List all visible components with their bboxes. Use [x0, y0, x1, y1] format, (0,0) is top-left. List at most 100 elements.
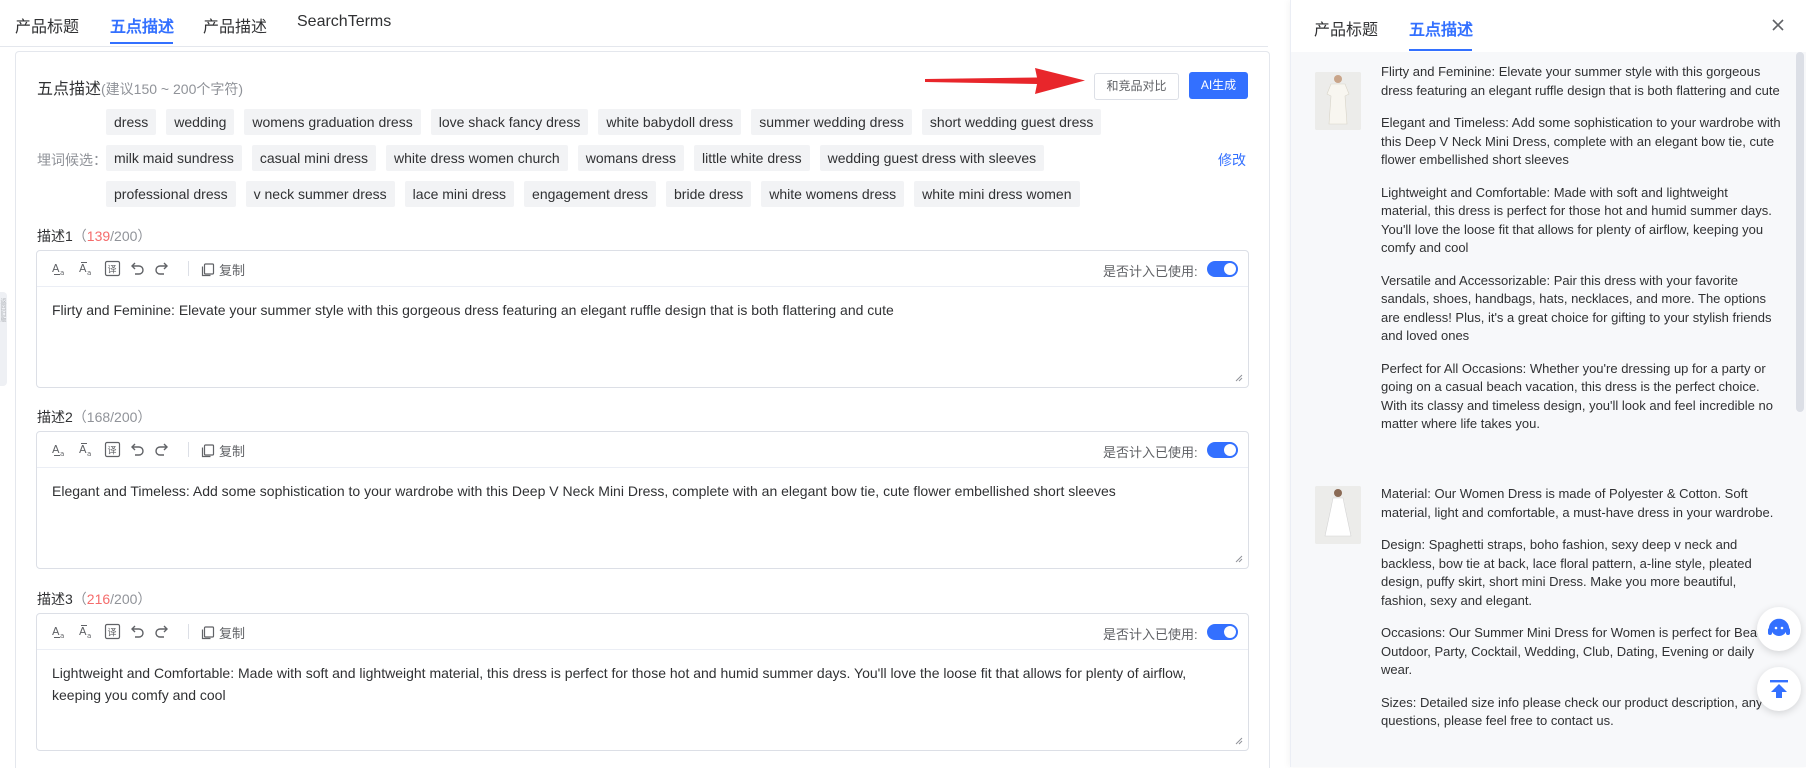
description-text[interactable]: Elegant and Timeless: Add some sophistic… — [52, 480, 1228, 502]
description-editor: Aa Aa 译 复制 是否计入已使用: Flirty and Feminine:… — [36, 250, 1249, 388]
count-as-used-label: 是否计入已使用: — [1103, 264, 1198, 279]
font-size-decrease-icon[interactable]: Aa — [78, 623, 95, 640]
keyword-tag[interactable]: short wedding guest dress — [921, 109, 1102, 135]
translate-icon[interactable]: 译 — [104, 623, 121, 640]
copy-icon — [201, 443, 215, 457]
tab-bullet-points[interactable]: 五点描述 — [110, 13, 174, 37]
keyword-tag[interactable]: womens graduation dress — [244, 109, 421, 135]
copy-icon — [201, 262, 215, 276]
svg-text:A: A — [79, 625, 87, 638]
redo-icon[interactable] — [153, 260, 170, 277]
keyword-tag[interactable]: wedding guest dress with sleeves — [819, 145, 1045, 171]
description-text[interactable]: Flirty and Feminine: Elevate your summer… — [52, 299, 1228, 321]
bullet-text: Perfect for All Occasions: Whether you'r… — [1381, 360, 1773, 432]
keyword-tag[interactable]: professional dress — [106, 181, 236, 207]
count-as-used-label: 是否计入已使用: — [1103, 445, 1198, 460]
keyword-tag[interactable]: summer wedding dress — [751, 109, 912, 135]
keyword-tag[interactable]: casual mini dress — [251, 145, 376, 171]
keyword-candidates-label: 埋词候选： — [37, 152, 107, 168]
svg-text:译: 译 — [108, 446, 117, 457]
product-bullets: Flirty and Feminine: Elevate your summer… — [1381, 63, 1781, 448]
keyword-tag[interactable]: womans dress — [577, 145, 684, 171]
svg-text:A: A — [79, 262, 87, 275]
description-text[interactable]: Lightweight and Comfortable: Made with s… — [52, 662, 1228, 706]
headset-icon — [1768, 618, 1790, 636]
copy-label: 复制 — [219, 263, 246, 278]
keyword-tag[interactable]: white babydoll dress — [598, 109, 742, 135]
svg-text:a: a — [60, 632, 64, 640]
keyword-tag[interactable]: milk maid sundress — [106, 145, 242, 171]
tab-search-terms[interactable]: SearchTerms — [297, 13, 391, 31]
section-hint: (建议150 ~ 200个字符) — [101, 81, 244, 97]
description-editor: Aa Aa 译 复制 是否计入已使用: Lightweight and Comf… — [36, 613, 1249, 751]
close-icon[interactable] — [1769, 16, 1787, 34]
modify-keywords-link[interactable]: 修改 — [1218, 150, 1246, 170]
copy-button[interactable]: 复制 — [201, 441, 245, 460]
copy-button[interactable]: 复制 — [201, 623, 245, 642]
customer-service-button[interactable] — [1757, 607, 1801, 651]
redo-icon[interactable] — [153, 623, 170, 640]
product-thumbnail — [1315, 486, 1361, 544]
section-title: 五点描述(建议150 ~ 200个字符) — [37, 75, 243, 99]
keyword-tag[interactable]: dress — [106, 109, 157, 135]
resize-handle-icon[interactable] — [1235, 374, 1243, 382]
translate-icon[interactable]: 译 — [104, 260, 121, 277]
count-as-used-toggle[interactable] — [1207, 624, 1238, 640]
panel-tab-bullet-points[interactable]: 五点描述 — [1409, 16, 1473, 40]
panel-active-tab-indicator — [1409, 49, 1472, 51]
keyword-tag[interactable]: little white dress — [694, 145, 810, 171]
back-to-top-button[interactable] — [1757, 667, 1801, 711]
keyword-tag[interactable]: wedding — [166, 109, 235, 135]
keyword-tag[interactable]: v neck summer dress — [245, 181, 395, 207]
font-size-increase-icon[interactable]: Aa — [51, 441, 68, 458]
keyword-tag[interactable]: bride dress — [666, 181, 752, 207]
competitor-panel: 产品标题 五点描述 Flirty and Feminine: Elevate y… — [1290, 0, 1806, 767]
svg-text:a: a — [60, 450, 64, 458]
description-label: 描述3（216/200） — [37, 591, 152, 607]
count-as-used-toggle[interactable] — [1207, 442, 1238, 458]
font-size-decrease-icon[interactable]: Aa — [78, 260, 95, 277]
svg-text:a: a — [87, 269, 91, 277]
editor-toolbar: Aa Aa 译 复制 是否计入已使用: — [37, 614, 1248, 650]
redo-icon[interactable] — [153, 441, 170, 458]
back-to-old-version-handle[interactable]: 返回旧版 — [0, 292, 7, 386]
bullet-text: Material: Our Women Dress is made of Pol… — [1381, 486, 1774, 520]
char-count: 139 — [86, 228, 111, 244]
translate-icon[interactable]: 译 — [104, 441, 121, 458]
undo-icon[interactable] — [128, 623, 145, 640]
keyword-tag[interactable]: engagement dress — [524, 181, 657, 207]
undo-icon[interactable] — [128, 441, 145, 458]
count-as-used-toggle[interactable] — [1207, 261, 1238, 277]
bullet-text: Versatile and Accessorizable: Pair this … — [1381, 272, 1772, 344]
font-size-decrease-icon[interactable]: Aa — [78, 441, 95, 458]
keyword-row: dress wedding womens graduation dress lo… — [106, 109, 1206, 135]
copy-button[interactable]: 复制 — [201, 260, 245, 279]
keyword-tag[interactable]: white womens dress — [761, 181, 905, 207]
compare-competitors-button[interactable]: 和竞品对比 — [1094, 73, 1179, 100]
main-tabs: 产品标题 五点描述 产品描述 SearchTerms — [0, 0, 1268, 47]
editor-toolbar: Aa Aa 译 复制 是否计入已使用: — [37, 432, 1248, 468]
keyword-tag[interactable]: white mini dress women — [914, 181, 1080, 207]
tab-product-description[interactable]: 产品描述 — [203, 13, 267, 37]
undo-icon[interactable] — [128, 260, 145, 277]
keyword-tag[interactable]: white dress women church — [385, 145, 568, 171]
font-size-increase-icon[interactable]: Aa — [51, 260, 68, 277]
tab-product-title[interactable]: 产品标题 — [15, 13, 79, 37]
resize-handle-icon[interactable] — [1235, 737, 1243, 745]
ai-generate-button[interactable]: AI生成 — [1189, 72, 1248, 99]
char-count: 216 — [86, 591, 111, 607]
panel-scrollbar[interactable] — [1796, 52, 1804, 412]
keyword-tag[interactable]: lace mini dress — [404, 181, 515, 207]
keyword-tag[interactable]: love shack fancy dress — [430, 109, 589, 135]
font-size-increase-icon[interactable]: Aa — [51, 623, 68, 640]
bullet-text: Elegant and Timeless: Add some sophistic… — [1381, 115, 1781, 167]
resize-handle-icon[interactable] — [1235, 555, 1243, 563]
panel-tab-product-title[interactable]: 产品标题 — [1314, 16, 1378, 40]
copy-label: 复制 — [219, 626, 246, 641]
red-arrow-icon — [925, 68, 1085, 94]
svg-text:译: 译 — [108, 628, 117, 639]
product-bullets: Material: Our Women Dress is made of Pol… — [1381, 485, 1781, 745]
svg-text:译: 译 — [108, 265, 117, 276]
keyword-candidates: dress wedding womens graduation dress lo… — [106, 109, 1206, 217]
char-max: /200 — [110, 591, 138, 607]
